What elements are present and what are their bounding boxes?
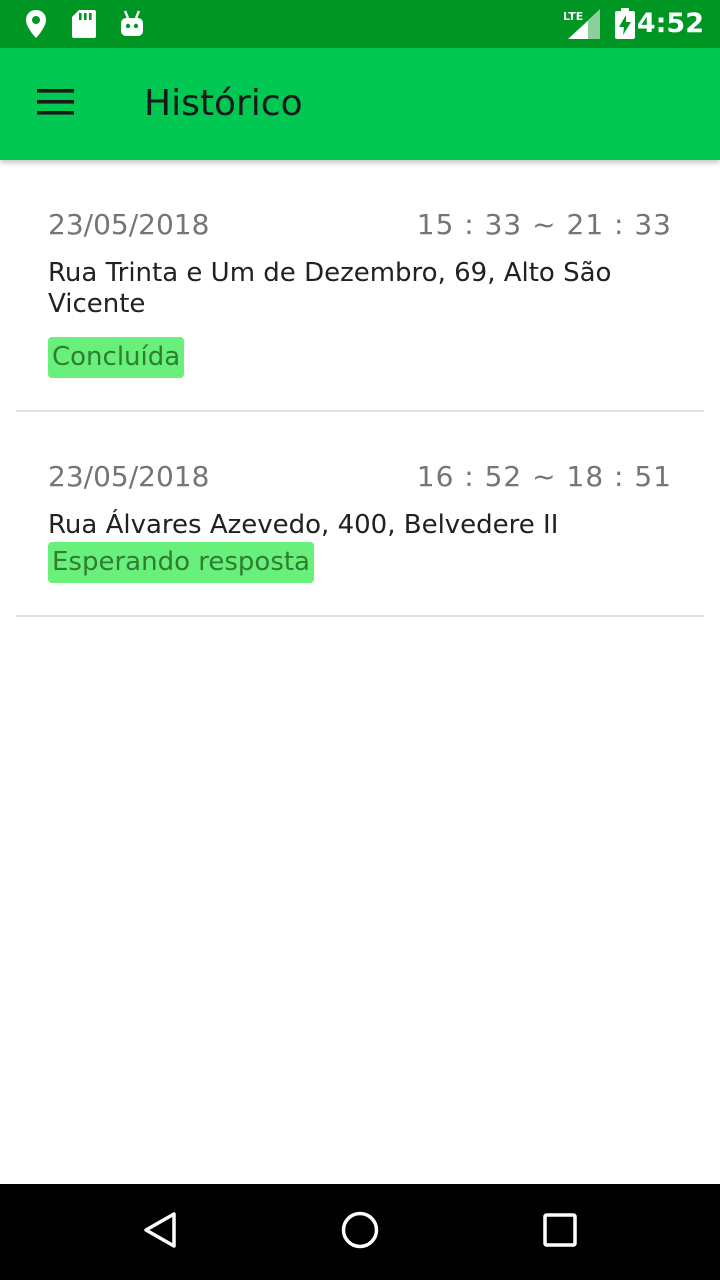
status-badge: Esperando resposta <box>48 542 314 583</box>
home-button[interactable] <box>336 1208 384 1256</box>
location-pin-icon <box>22 8 50 40</box>
status-bar: LTE 4:52 <box>0 0 720 48</box>
history-item-address: Rua Álvares Azevedo, 400, Belvedere II <box>48 510 559 540</box>
lte-signal-icon: LTE <box>562 8 602 40</box>
history-item-date: 23/05/2018 <box>48 208 210 241</box>
status-clock: 4:52 <box>636 8 704 39</box>
svg-text:LTE: LTE <box>563 10 583 23</box>
battery-charging-icon <box>612 8 638 40</box>
history-list: 23/05/2018 15 : 33 ~ 21 : 33 Rua Trinta … <box>0 160 720 617</box>
history-item-time-range: 16 : 52 ~ 18 : 51 <box>416 460 672 493</box>
history-item[interactable]: 23/05/2018 15 : 33 ~ 21 : 33 Rua Trinta … <box>16 160 704 412</box>
recents-square-icon <box>540 1210 580 1254</box>
history-item-address: Rua Trinta e Um de Dezembro, 69, Alto Sã… <box>48 258 612 319</box>
android-debug-icon <box>118 8 146 40</box>
menu-button[interactable] <box>24 72 88 136</box>
history-item[interactable]: 23/05/2018 16 : 52 ~ 18 : 51 Rua Álvares… <box>16 412 704 617</box>
status-badge: Concluída <box>48 337 185 378</box>
history-item-date: 23/05/2018 <box>48 460 210 493</box>
hamburger-menu-icon <box>36 88 76 120</box>
history-item-time-range: 15 : 33 ~ 21 : 33 <box>416 208 672 241</box>
page-title: Histórico <box>144 83 303 124</box>
back-button[interactable] <box>136 1208 184 1256</box>
sd-card-icon <box>70 8 98 40</box>
back-triangle-icon <box>140 1210 180 1254</box>
home-circle-icon <box>340 1210 380 1254</box>
app-bar: Histórico <box>0 48 720 160</box>
recents-button[interactable] <box>536 1208 584 1256</box>
navigation-bar <box>0 1184 720 1280</box>
